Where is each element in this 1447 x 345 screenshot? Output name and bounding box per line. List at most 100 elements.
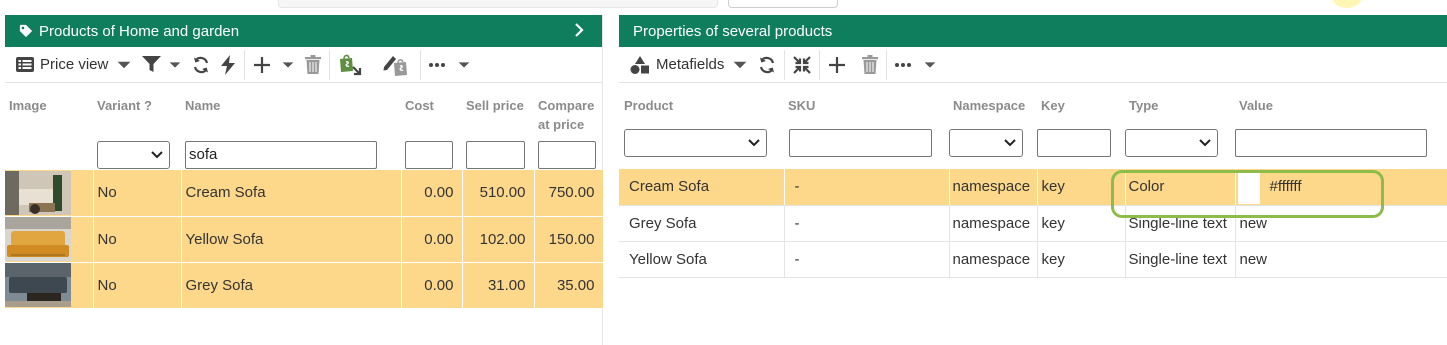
column-header[interactable]: Compare at price (534, 83, 603, 134)
column-header[interactable]: Namespace (949, 83, 1037, 115)
image-cell (5, 170, 94, 217)
sku-cell: - (784, 241, 950, 278)
sell-price-filter-input[interactable] (466, 141, 525, 169)
shopify-edit-button[interactable] (377, 47, 417, 83)
compare-price-filter-input[interactable] (538, 141, 596, 169)
variant-cell: No (93, 262, 182, 309)
price-view-dropdown[interactable]: Price view (11, 47, 137, 83)
focus-highlight-outline (1111, 170, 1384, 218)
refresh-button[interactable] (187, 47, 215, 83)
key-cell: key (1037, 241, 1126, 278)
name-filter-input[interactable]: sofa (185, 141, 377, 169)
compare-price-cell: 750.00 (534, 170, 604, 217)
variant-filter-select[interactable] (97, 141, 170, 169)
column-header[interactable]: Product (619, 83, 784, 115)
avatar (1332, 0, 1362, 8)
table-row[interactable]: No Yellow Sofa 0.00 102.00 150.00 (5, 216, 604, 263)
chevron-down-icon (1004, 139, 1016, 147)
product-cell: Yellow Sofa (619, 241, 785, 278)
lightning-icon (221, 54, 236, 75)
properties-panel-title: Properties of several products (633, 22, 833, 40)
column-header[interactable]: Variant ? (93, 83, 181, 134)
column-header[interactable]: Image (5, 83, 93, 134)
caret-down-icon (283, 61, 294, 68)
shopify-import-button[interactable] (333, 47, 369, 83)
type-cell: Single-line text (1125, 241, 1236, 278)
column-header[interactable]: Value (1235, 83, 1447, 115)
product-thumbnail (5, 170, 71, 215)
table-row[interactable]: No Cream Sofa 0.00 510.00 750.00 (5, 170, 604, 217)
cost-filter-input[interactable] (405, 141, 453, 169)
sell-price-cell: 510.00 (462, 170, 535, 217)
cost-cell: 0.00 (401, 262, 463, 309)
value-filter-input[interactable] (1235, 129, 1427, 157)
column-header[interactable]: Name (181, 83, 401, 134)
metafields-table-header: Product SKU Namespace Key Type Value (619, 83, 1447, 115)
chevron-down-icon (748, 139, 760, 147)
namespace-cell: namespace (949, 205, 1038, 242)
delete-button[interactable] (300, 47, 326, 83)
top-button-edge (728, 0, 838, 8)
more-icon (429, 62, 446, 67)
column-header[interactable]: Cost (401, 83, 462, 134)
delete-button[interactable] (857, 47, 883, 83)
collapse-button[interactable] (788, 47, 816, 83)
key-filter-input[interactable] (1037, 129, 1111, 157)
product-filter-select[interactable] (624, 129, 767, 157)
filter-button[interactable] (137, 47, 187, 83)
image-cell (5, 262, 94, 309)
cost-cell: 0.00 (401, 216, 463, 263)
table-row[interactable]: Yellow Sofa - namespace key Single-line … (619, 241, 1447, 278)
products-table: Image Variant ? Name Cost Sell price Com… (5, 83, 604, 309)
namespace-cell: namespace (949, 169, 1038, 206)
collapse-icon (793, 55, 812, 74)
namespace-filter-select[interactable] (949, 129, 1023, 157)
column-header[interactable]: Key (1037, 83, 1125, 115)
price-view-label: Price view (40, 56, 109, 73)
column-header[interactable]: SKU (784, 83, 949, 115)
toolbar-divider (244, 49, 246, 80)
products-panel-header: Products of Home and garden (5, 15, 602, 47)
products-panel: Products of Home and garden Price view I… (5, 15, 604, 345)
sku-filter-input[interactable] (789, 129, 932, 157)
sku-cell: - (784, 169, 950, 206)
type-filter-select[interactable] (1125, 129, 1218, 157)
properties-panel-header: Properties of several products (619, 15, 1447, 47)
chevron-down-icon (151, 151, 163, 159)
variant-cell: No (93, 170, 182, 217)
name-cell: Grey Sofa (181, 262, 402, 309)
add-button[interactable] (248, 47, 300, 83)
more-actions-button[interactable] (424, 47, 476, 83)
trash-icon (305, 55, 322, 74)
filter-icon (142, 56, 162, 72)
shopify-edit-icon (383, 55, 408, 76)
products-toolbar: Price view (5, 47, 602, 83)
top-strip (0, 0, 1447, 14)
name-cell: Cream Sofa (181, 170, 402, 217)
quick-action-button[interactable] (215, 47, 241, 83)
product-thumbnail (5, 217, 71, 261)
caret-down-icon (925, 61, 936, 68)
trash-icon (862, 55, 879, 74)
caret-down-icon (459, 61, 470, 68)
properties-toolbar: Metafields (619, 47, 1447, 83)
column-header[interactable]: Type (1125, 83, 1235, 115)
plus-icon (254, 56, 271, 73)
chevron-right-icon[interactable] (570, 21, 588, 39)
variant-cell: No (93, 216, 182, 263)
toolbar-divider (329, 49, 331, 80)
column-header[interactable]: Sell price (462, 83, 534, 134)
products-filter-row: sofa (5, 134, 603, 170)
add-button[interactable] (823, 47, 851, 83)
caret-down-icon (733, 61, 747, 68)
metafields-dropdown[interactable]: Metafields (625, 47, 753, 83)
product-thumbnail (5, 263, 71, 307)
metafields-filter-row (619, 115, 1447, 169)
plus-icon (829, 56, 846, 73)
more-icon (895, 62, 912, 67)
sell-price-cell: 31.00 (462, 262, 535, 309)
refresh-button[interactable] (753, 47, 781, 83)
table-row[interactable]: No Grey Sofa 0.00 31.00 35.00 (5, 262, 604, 309)
more-actions-button[interactable] (890, 47, 942, 83)
chevron-down-icon (1199, 139, 1211, 147)
